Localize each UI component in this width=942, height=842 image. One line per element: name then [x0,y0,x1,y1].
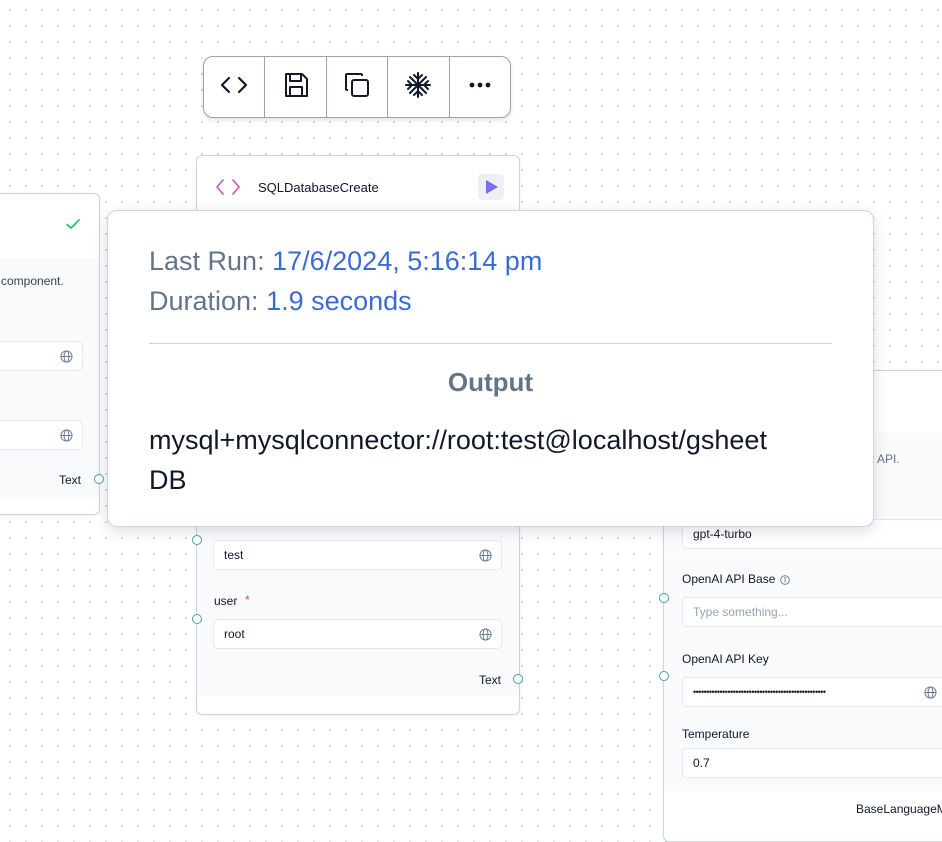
last-run-label: Last Run: [149,246,265,276]
openai-output-label: BaseLanguageM [856,802,942,816]
output-handle[interactable] [513,674,523,684]
left-node-output-area [0,461,99,497]
duplicate-icon [342,70,372,105]
last-run-value: 17/6/2024, 5:16:14 pm [272,246,543,276]
sql-output-area [197,662,519,696]
globe-icon [479,549,492,562]
globe-icon [479,628,492,641]
output-heading: Output [447,367,534,397]
api-base-input[interactable]: Type something... [682,597,942,627]
code-icon [219,70,249,105]
password-input-handle[interactable] [192,535,202,545]
output-label: Text [479,673,502,687]
api-base-handle[interactable] [659,593,669,603]
duplicate-button[interactable] [327,57,389,117]
api-key-label: OpenAI API Key [682,652,769,666]
left-node-field-1[interactable] [0,341,83,371]
popover-divider [149,343,832,344]
code-button[interactable] [204,57,266,117]
node-title: SQLDatabaseCreate [258,180,379,195]
user-input-handle[interactable] [192,614,202,624]
left-node-field-2[interactable] [0,420,83,450]
info-icon [780,572,790,590]
save-icon [281,70,311,105]
more-options-button[interactable] [450,57,510,117]
node-toolbar [203,56,511,118]
api-base-placeholder: Type something... [693,605,788,619]
user-required-marker: * [245,593,250,607]
left-node-description: component. [1,274,64,288]
save-button[interactable] [265,57,327,117]
code-icon [215,178,241,201]
api-key-input[interactable]: ••••••••••••••••••••••••••••••••••••••••… [682,677,942,707]
freeze-button[interactable] [388,57,450,117]
password-value: test [224,548,244,562]
user-label: user [214,594,238,608]
api-key-value: ••••••••••••••••••••••••••••••••••••••••… [693,687,826,697]
left-node[interactable]: component. Text [0,193,104,515]
left-node-output-label: Text [59,473,82,487]
more-icon [465,70,495,105]
password-input[interactable]: test [213,540,502,570]
duration-label: Duration: [149,286,259,316]
user-value: root [224,627,245,641]
model-value: gpt-4-turbo [693,527,752,541]
temperature-input[interactable]: 0.7 [682,748,942,778]
output-value: mysql+mysqlconnector://root:test@localho… [149,425,767,495]
globe-icon [60,429,73,442]
success-check-icon [65,216,81,237]
temperature-label: Temperature [682,727,750,741]
temperature-value: 0.7 [693,756,710,770]
play-icon [485,180,498,199]
duration-value: 1.9 seconds [266,286,412,316]
freeze-icon [403,70,433,105]
duration-line: Duration: 1.9 seconds [149,286,412,317]
api-key-handle[interactable] [659,671,669,681]
left-node-output-handle[interactable] [94,474,104,484]
globe-icon [60,350,73,363]
last-run-line: Last Run: 17/6/2024, 5:16:14 pm [149,246,542,277]
user-input[interactable]: root [213,619,502,649]
run-button[interactable] [478,174,504,200]
api-base-label: OpenAI API Base [682,572,776,586]
globe-icon [924,686,937,699]
last-run-popover: Last Run: 17/6/2024, 5:16:14 pm Duration… [107,210,874,527]
